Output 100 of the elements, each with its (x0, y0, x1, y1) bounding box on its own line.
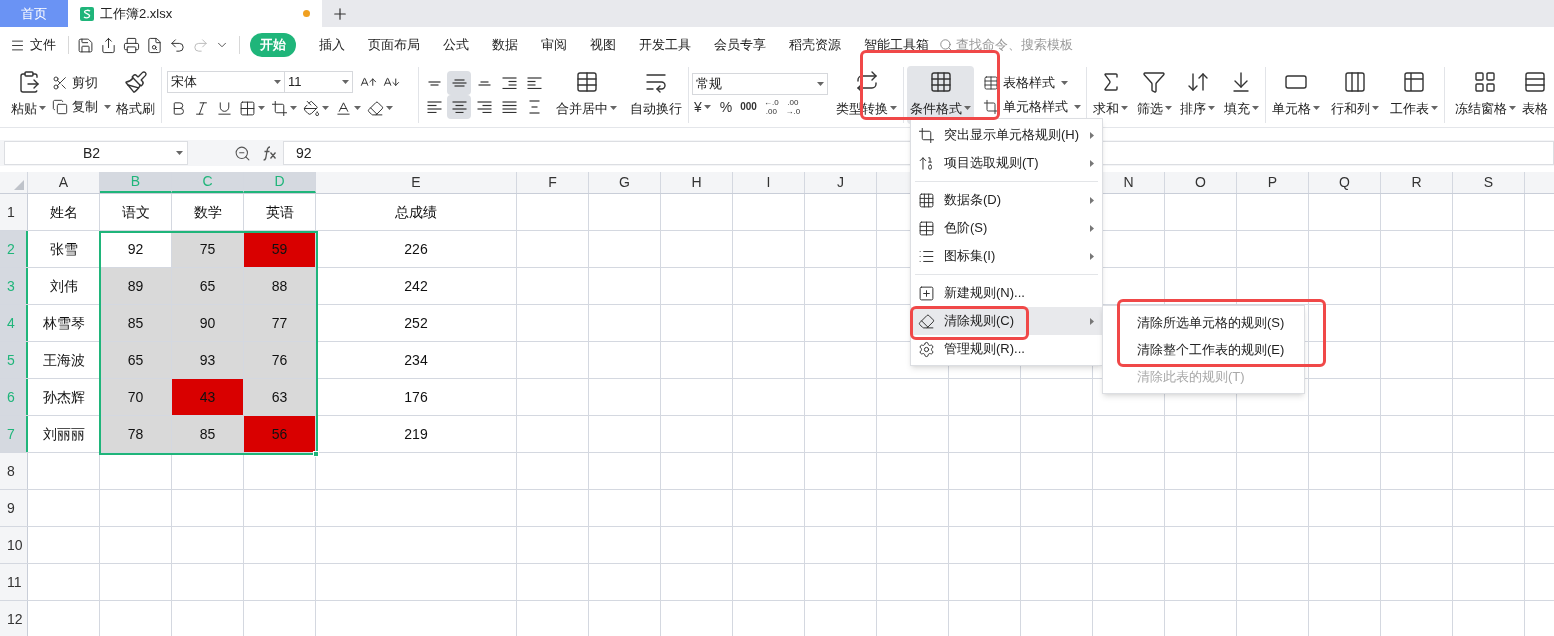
table-icon (983, 75, 999, 91)
command-search-field[interactable]: 查找命令、搜索模板 (939, 35, 1096, 55)
export-button[interactable] (100, 36, 117, 54)
text-lines-icon (477, 80, 491, 86)
menu-item[interactable]: 数据条(D) (911, 186, 1102, 214)
align-center-button[interactable] (447, 95, 471, 119)
ribbon-tab[interactable]: 会员专享 (714, 35, 766, 55)
ribbon-tab[interactable]: 插入 (319, 35, 345, 55)
format-painter-button[interactable]: 格式刷 (113, 66, 158, 124)
merge-center-button[interactable]: 合并居中 (553, 66, 620, 124)
eraser-icon (918, 312, 935, 330)
menu-item[interactable]: 清除规则(C) (911, 307, 1102, 335)
decrease-decimal-button[interactable]: .00 →.0 (784, 98, 802, 116)
column-header[interactable]: G (619, 172, 630, 193)
sum-button[interactable]: 求和 (1090, 66, 1131, 124)
conditional-format-button[interactable]: 条件格式 (907, 66, 974, 124)
column-header[interactable]: O (1195, 172, 1206, 193)
cell-text: 85 (127, 313, 144, 333)
print-button[interactable] (123, 36, 140, 54)
paintbrush-icon (123, 70, 148, 94)
align-middle-button[interactable] (447, 71, 471, 95)
cell-text: 刘丽丽 (42, 424, 85, 444)
function-icon[interactable] (261, 145, 277, 161)
copy-icon (51, 99, 68, 115)
ribbon-tab[interactable]: 稻壳资源 (789, 35, 841, 55)
wrap-text-button[interactable]: 自动换行 (627, 66, 685, 124)
undo-button[interactable] (169, 36, 186, 54)
freeze-panes-button[interactable]: 冻结窗格 (1451, 66, 1519, 124)
table-button[interactable]: 表格 (1522, 66, 1548, 124)
cell-button[interactable]: 单元格 (1269, 66, 1323, 124)
ribbon-tab[interactable]: 审阅 (541, 35, 567, 55)
row-header[interactable]: 1 (7, 201, 15, 223)
cell-text: 张雪 (49, 239, 78, 259)
name-box[interactable]: B2 (4, 141, 188, 165)
ribbon-tab[interactable]: 公式 (443, 35, 469, 55)
fill-handle[interactable] (313, 451, 319, 457)
menu-item[interactable]: 清除所选单元格的规则(S) (1103, 309, 1304, 336)
column-header[interactable]: S (1483, 172, 1494, 193)
ribbon-tab[interactable]: 页面布局 (368, 35, 420, 55)
eraser-icon (367, 99, 384, 117)
row-header[interactable]: 8 (7, 460, 15, 482)
rows-columns-button[interactable]: 行和列 (1328, 66, 1382, 124)
fill-button[interactable]: 填充 (1220, 66, 1262, 124)
filter-button[interactable]: 筛选 (1133, 66, 1175, 124)
text-lines-icon (476, 100, 492, 114)
caret-icon (1164, 106, 1172, 111)
workbook-tab[interactable]: 工作簿2.xlsx (68, 0, 322, 27)
column-header[interactable]: A (58, 172, 69, 193)
column-header[interactable]: R (1411, 172, 1422, 193)
cell-text: 88 (271, 276, 288, 296)
cell-style-button[interactable]: 单元格样式 (981, 95, 1083, 119)
increase-decimal-button[interactable]: ←.0 .00 (762, 98, 780, 116)
print-preview-button[interactable] (146, 36, 163, 54)
font-size-dropdown[interactable]: 11 (285, 71, 353, 93)
number-format-dropdown[interactable]: 常规 (692, 72, 828, 95)
ribbon-tab[interactable]: 视图 (590, 35, 616, 55)
thousands-separator-button[interactable]: 000 (739, 102, 758, 112)
column-header[interactable]: F (548, 172, 557, 193)
copy-button[interactable]: 复制 (49, 95, 113, 119)
sort-button[interactable]: 排序 (1177, 66, 1219, 124)
save-button[interactable] (77, 36, 94, 54)
paste-button[interactable]: 粘贴 (8, 66, 49, 124)
file-menu[interactable]: 文件 (10, 35, 64, 55)
ribbon-tab[interactable]: 数据 (492, 35, 518, 55)
cut-button[interactable]: 剪切 (49, 71, 113, 95)
submenu-arrow-icon (1090, 131, 1094, 139)
menu-item[interactable]: 清除整个工作表的规则(E) (1103, 336, 1304, 363)
percent-button[interactable]: % (717, 96, 735, 118)
menu-item[interactable]: 管理规则(R)... (911, 335, 1102, 363)
menu-item[interactable]: 突出显示单元格规则(H) (911, 121, 1102, 149)
zoom-button[interactable] (234, 144, 251, 162)
menu-item[interactable]: 新建规则(N)... (911, 279, 1102, 307)
cell-text: 76 (271, 350, 288, 370)
spreadsheet-icon (80, 6, 94, 21)
cell-text: 56 (271, 424, 288, 444)
font-name-dropdown[interactable]: 宋体 (167, 71, 285, 93)
table-style-button[interactable]: 表格样式 (981, 71, 1083, 95)
column-header[interactable]: N (1123, 172, 1134, 193)
column-header[interactable]: Q (1339, 172, 1350, 193)
caret-icon (386, 106, 393, 110)
cell-text: 90 (199, 313, 216, 333)
column-header[interactable]: P (1267, 172, 1278, 193)
caret-icon (1313, 106, 1320, 111)
ribbon-tab[interactable]: 智能工具箱 (864, 35, 929, 55)
column-header[interactable]: J (837, 172, 844, 193)
worksheet-button[interactable]: 工作表 (1387, 66, 1441, 124)
column-header[interactable]: I (766, 172, 771, 193)
grid-icon (918, 191, 935, 209)
cell-text: 70 (127, 387, 144, 407)
menu-item[interactable]: 图标集(I) (911, 242, 1102, 270)
cell-text: 63 (271, 387, 288, 407)
menu-item[interactable]: 项目选取规则(T) (911, 149, 1102, 177)
column-header[interactable]: H (691, 172, 702, 193)
row-header[interactable]: 9 (7, 497, 15, 519)
ribbon-tab[interactable]: 开发工具 (639, 35, 691, 55)
column-header[interactable]: E (411, 172, 421, 193)
arrow-up-numbers-icon (918, 154, 935, 172)
crop-icon (983, 99, 999, 115)
currency-button[interactable]: ¥ (692, 96, 713, 118)
menu-item[interactable]: 色阶(S) (911, 214, 1102, 242)
